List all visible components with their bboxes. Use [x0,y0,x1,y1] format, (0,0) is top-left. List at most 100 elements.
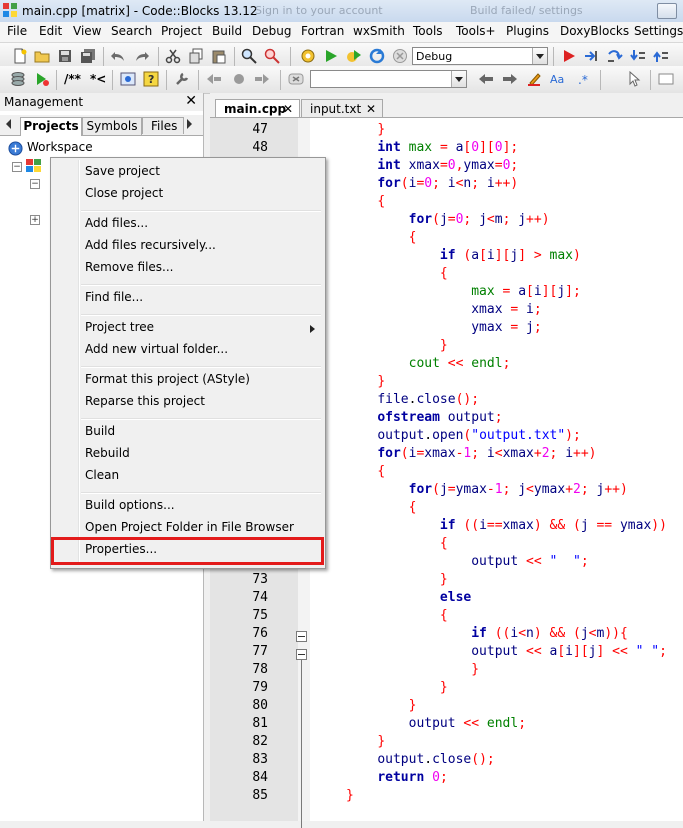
menu-settings[interactable]: Settings [634,24,683,38]
step-into-icon[interactable] [630,48,646,64]
code-text: if ((i<n) && (j<m)){ [471,626,628,641]
context-menu-item-add-files[interactable]: Add files... [85,216,148,230]
menu-view[interactable]: View [73,24,101,38]
context-menu-item-build[interactable]: Build [85,424,115,438]
replace-icon[interactable] [264,48,280,64]
context-menu-item-find-file[interactable]: Find file... [85,290,143,304]
context-menu-item-reparse-this-project[interactable]: Reparse this project [85,394,205,408]
arrow-left-icon[interactable] [478,71,494,87]
doxy-line-comment-button[interactable]: *< [90,72,106,86]
fold-toggle-icon[interactable] [296,649,307,660]
context-menu-item-save-project[interactable]: Save project [85,164,160,178]
context-menu-item-add-new-virtual-folder[interactable]: Add new virtual folder... [85,342,228,356]
select-rect-icon[interactable] [658,71,674,87]
regex-icon[interactable]: .* [576,71,592,87]
arrow-right-icon[interactable] [502,71,518,87]
code-text: output << a[i][j] << " "; [471,644,667,659]
tab-scroll-right-icon[interactable] [187,119,192,129]
code-text: if (a[i][j] > max) [439,248,581,263]
tab-symbols[interactable]: Symbols [82,117,142,135]
menu-doxyblocks[interactable]: DoxyBlocks [560,24,629,38]
run-icon[interactable] [323,48,339,64]
open-folder-icon[interactable] [34,48,50,64]
code-text: { [408,500,417,515]
menu-debug[interactable]: Debug [252,24,291,38]
tab-input-txt[interactable]: input.txt ✕ [301,99,383,117]
search-combo[interactable] [310,70,467,88]
tab-projects[interactable]: Projects [20,117,82,136]
abort-icon[interactable] [392,48,408,64]
build-gear-icon[interactable] [300,48,316,64]
save-all-icon[interactable] [80,48,96,64]
cut-icon[interactable] [165,48,181,64]
build-target-select[interactable]: Debug [412,47,548,65]
context-menu-item-project-tree[interactable]: Project tree [85,320,154,334]
next-bookmark-icon[interactable] [254,71,270,87]
line-number: 75 [252,608,268,623]
find-icon[interactable] [241,48,257,64]
annotation-highlight-box [51,537,324,565]
workspace-label[interactable]: Workspace [27,140,93,154]
line-number: 48 [252,140,268,155]
copy-icon[interactable] [188,48,204,64]
run-to-cursor-icon[interactable] [583,48,599,64]
fold-toggle-icon[interactable] [296,631,307,642]
context-menu-item-format-this-project-astyle[interactable]: Format this project (AStyle) [85,372,250,386]
context-menu-item-clean[interactable]: Clean [85,468,119,482]
menu-build[interactable]: Build [212,24,242,38]
window-control-button[interactable] [657,3,677,19]
tab-main-cpp[interactable]: main.cpp ✕ [215,99,300,117]
expand-sources-icon[interactable]: − [30,179,40,189]
code-text: { [377,464,386,479]
menu-plugins[interactable]: Plugins [506,24,549,38]
step-out-icon[interactable] [653,48,669,64]
wrench-icon[interactable] [174,71,190,87]
debug-run-icon[interactable] [561,48,577,64]
save-icon[interactable] [57,48,73,64]
clear-search-icon[interactable] [288,71,304,87]
management-tabs: Projects Symbols Files [0,115,203,136]
close-tab-icon[interactable]: ✕ [366,100,376,118]
close-tab-icon[interactable]: ✕ [283,100,293,118]
context-menu-item-close-project[interactable]: Close project [85,186,163,200]
undo-icon[interactable] [110,48,126,64]
doxy-html-icon[interactable] [120,71,136,87]
expand-project-icon[interactable]: − [12,162,22,172]
expand-headers-icon[interactable]: + [30,215,40,225]
menu-project[interactable]: Project [161,24,202,38]
menu-file[interactable]: File [7,24,27,38]
code-text: { [377,194,386,209]
paste-icon[interactable] [211,48,227,64]
code-text: for(j=0; j<m; j++) [408,212,550,227]
context-menu-item-open-project-folder-in-file-browser[interactable]: Open Project Folder in File Browser [85,520,294,534]
code-text: file.close(); [377,392,480,407]
menu-search[interactable]: Search [111,24,152,38]
context-menu-item-build-options[interactable]: Build options... [85,498,175,512]
menu-tools[interactable]: Tools [413,24,443,38]
new-file-icon[interactable] [12,48,28,64]
context-menu-item-remove-files[interactable]: Remove files... [85,260,173,274]
help-icon[interactable]: ? [143,71,159,87]
rebuild-icon[interactable] [369,48,385,64]
bookmark-icon[interactable] [231,71,247,87]
jump-icon[interactable] [34,71,50,87]
tab-files[interactable]: Files [142,117,184,134]
context-menu-item-add-files-recursively[interactable]: Add files recursively... [85,238,216,252]
next-line-icon[interactable] [607,48,623,64]
menu-tools-plus[interactable]: Tools+ [456,24,496,38]
highlight-pen-icon[interactable] [526,71,542,87]
prev-bookmark-icon[interactable] [206,71,222,87]
build-and-run-icon[interactable] [346,48,362,64]
menu-wxsmith[interactable]: wxSmith [353,24,405,38]
doxy-block-comment-button[interactable]: /** [64,72,81,86]
match-case-icon[interactable]: Aa [550,71,566,87]
cursor-pointer-icon[interactable] [626,71,642,87]
menu-fortran[interactable]: Fortran [301,24,344,38]
redo-icon[interactable] [134,48,150,64]
menu-edit[interactable]: Edit [39,24,62,38]
context-menu-item-rebuild[interactable]: Rebuild [85,446,130,460]
code-text: else [439,590,472,605]
close-icon[interactable]: ✕ [185,93,197,109]
stack-icon[interactable] [10,71,26,87]
tab-scroll-left-icon[interactable] [6,119,11,129]
